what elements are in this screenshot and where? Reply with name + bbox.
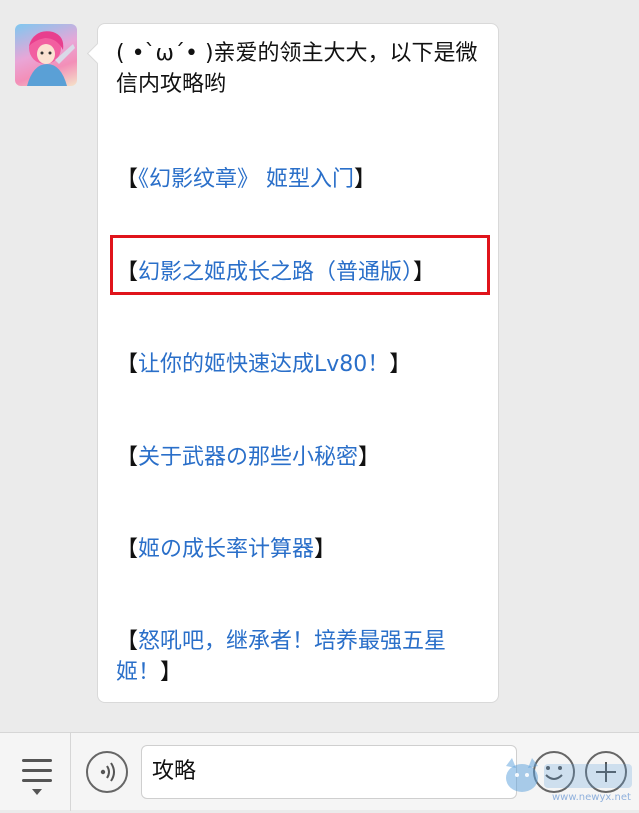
intro-message: ( •`ω´• )亲爱的领主大大，以下是微信内攻略哟 xyxy=(116,41,478,97)
link-open-bracket: 【 xyxy=(116,167,139,192)
guide-link-1[interactable]: 【《幻影纹章》 姬型入门】 xyxy=(116,164,488,195)
link-text[interactable]: 让你的姬快速达成Lv80！ xyxy=(138,352,389,377)
menu-line xyxy=(22,769,52,772)
message-bubble: ( •`ω´• )亲爱的领主大大，以下是微信内攻略哟 【《幻影纹章》 姬型入门】… xyxy=(86,23,499,703)
link-close-bracket: 】 xyxy=(314,537,337,562)
avatar-illustration xyxy=(27,31,75,86)
link-open-bracket: 【 xyxy=(116,629,139,654)
guide-link-3[interactable]: 【让你的姬快速达成Lv80！】 xyxy=(116,349,488,380)
highlight-annotation-box xyxy=(110,235,490,295)
link-close-bracket: 】 xyxy=(354,167,377,192)
menu-line xyxy=(22,779,52,782)
caret-down-icon xyxy=(32,789,42,795)
voice-waves-graphic xyxy=(100,762,115,782)
menu-line xyxy=(22,759,52,762)
watermark-text: www.newyx.net xyxy=(552,792,631,803)
voice-icon[interactable] xyxy=(86,751,128,793)
link-open-bracket: 【 xyxy=(116,537,139,562)
link-close-bracket: 】 xyxy=(389,352,412,377)
guide-link-5[interactable]: 【姬の成长率计算器】 xyxy=(116,534,488,565)
link-text[interactable]: 姬の成长率计算器 xyxy=(138,537,314,562)
link-text[interactable]: 关于武器の那些小秘密 xyxy=(138,445,358,470)
toolbar-divider xyxy=(70,733,71,811)
link-close-bracket: 】 xyxy=(160,660,183,685)
link-close-bracket: 】 xyxy=(358,445,381,470)
menu-lines-icon[interactable] xyxy=(0,733,70,811)
link-open-bracket: 【 xyxy=(116,445,139,470)
guide-link-6[interactable]: 【怒吼吧，继承者！培养最强五星姬！】 xyxy=(116,626,488,688)
guide-link-4[interactable]: 【关于武器の那些小秘密】 xyxy=(116,442,488,473)
link-open-bracket: 【 xyxy=(116,352,139,377)
message-input[interactable]: 攻略 xyxy=(141,745,517,799)
official-account-avatar[interactable] xyxy=(15,24,77,86)
site-watermark: www.newyx.net xyxy=(500,748,639,810)
bubble-tail xyxy=(86,42,109,65)
link-text[interactable]: 《幻影纹章》 姬型入门 xyxy=(138,167,354,192)
